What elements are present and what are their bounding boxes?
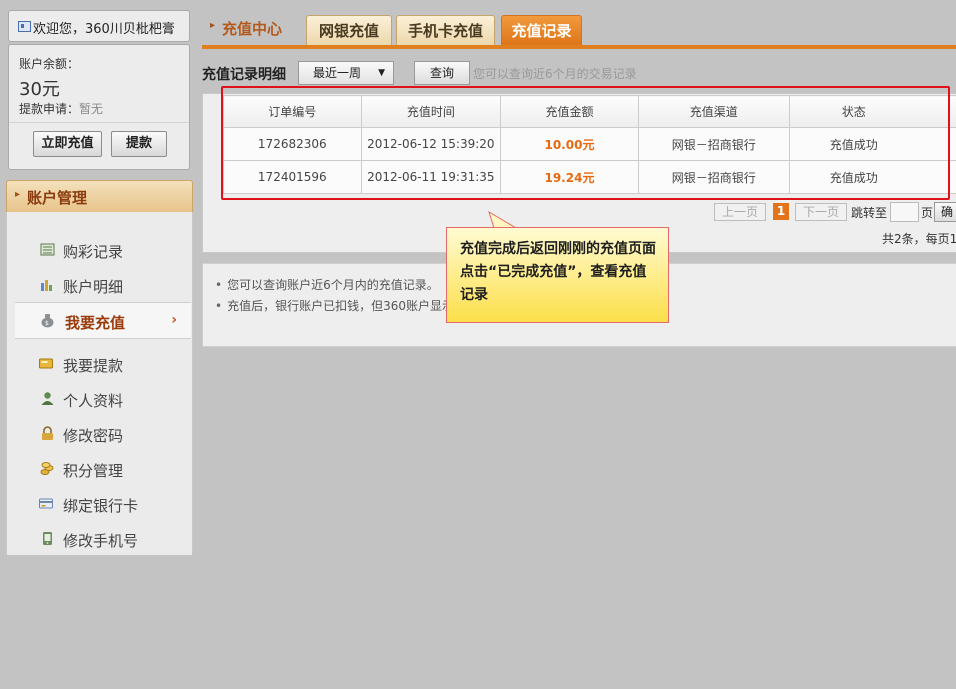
amount-value: 10.00 xyxy=(544,137,583,152)
wallet-icon xyxy=(39,358,53,369)
current-page[interactable]: 1 xyxy=(773,203,789,220)
query-button[interactable]: 查询 xyxy=(414,61,470,85)
table-header-row: 订单编号 充值时间 充值金额 充值渠道 状态 xyxy=(223,95,956,128)
sidebar-nav: 购彩记录 账户明细 $ 我要充值 › 我要提款 个人资料 修改密码 积分管理 绑… xyxy=(6,212,193,555)
tab-recharge-records[interactable]: 充值记录 xyxy=(501,15,582,46)
annotation-callout: 充值完成后返回刚刚的充值页面点击“已完成充值”，查看充值记录 xyxy=(446,227,669,323)
channel-cell: 网银－招商银行 xyxy=(637,160,790,194)
withdraw-button[interactable]: 提款 xyxy=(111,131,167,157)
bank-card-icon xyxy=(39,498,53,509)
status-cell: 充值成功 xyxy=(788,160,956,194)
sidebar-item-label: 个人资料 xyxy=(63,392,124,410)
amount-cell: 19.24元 xyxy=(500,160,639,194)
balance-panel: 账户余额： 30元 提款申请：暂无 立即充值 提款 xyxy=(8,44,190,170)
divider xyxy=(9,122,189,123)
account-management-header: ▸ 账户管理 xyxy=(6,180,193,213)
column-header: 充值金额 xyxy=(500,95,639,128)
money-bag-icon: $ xyxy=(41,314,54,328)
period-select-value: 最近一周 xyxy=(313,66,362,80)
welcome-text: 欢迎您，360川贝枇杷膏 xyxy=(33,22,175,37)
note-text: 充值后，银行账户已扣钱，但360账户显示 xyxy=(227,299,454,313)
chevron-right-icon: › xyxy=(171,312,177,328)
balance-amount: 30元 xyxy=(19,79,60,100)
table-row: 172682306 2012-06-12 15:39:20 10.00元 网银－… xyxy=(223,127,956,161)
time-cell: 2012-06-12 15:39:20 xyxy=(360,127,502,161)
amount-currency: 元 xyxy=(582,137,595,152)
confirm-jump-button[interactable]: 确 xyxy=(934,202,956,222)
records-section-label: 充值记录明细 xyxy=(202,67,286,83)
column-header: 订单编号 xyxy=(223,95,362,128)
sidebar-item-label: 我要提款 xyxy=(63,357,124,375)
bar-chart-icon xyxy=(41,280,52,291)
lock-icon xyxy=(42,426,53,440)
sidebar-item-change-password[interactable]: 修改密码 xyxy=(7,416,192,451)
balance-label: 账户余额： xyxy=(19,57,80,71)
column-header: 状态 xyxy=(788,95,956,128)
id-card-icon xyxy=(18,21,31,32)
welcome-bar: 欢迎您，360川贝枇杷膏 xyxy=(8,10,190,42)
next-page-button[interactable]: 下一页 xyxy=(795,203,847,221)
coins-icon xyxy=(40,462,54,475)
order-id-cell: 172682306 xyxy=(223,127,362,161)
sidebar-item-label: 购彩记录 xyxy=(63,243,124,261)
records-table: 订单编号 充值时间 充值金额 充值渠道 状态 172682306 2012-06… xyxy=(223,95,956,194)
sidebar-item-label: 账户明细 xyxy=(63,278,124,296)
sidebar-item-label: 修改手机号 xyxy=(63,532,139,550)
sidebar-item-account-details[interactable]: 账户明细 xyxy=(7,267,192,302)
amount-cell: 10.00元 xyxy=(500,127,639,161)
tab-phone-card[interactable]: 手机卡充值 xyxy=(396,15,495,46)
arrow-right-icon: ▸ xyxy=(15,189,21,200)
phone-icon xyxy=(43,532,52,545)
order-id-cell: 172401596 xyxy=(223,160,362,194)
recharge-center-header: ▸ 充值中心 网银充值 手机卡充值 充值记录 xyxy=(202,10,956,49)
bullet-icon: • xyxy=(215,299,223,313)
prev-page-button[interactable]: 上一页 xyxy=(714,203,766,221)
jump-to-label: 跳转至 xyxy=(851,206,888,220)
channel-cell: 网银－招商银行 xyxy=(637,127,790,161)
period-select[interactable]: 最近一周 ▼ xyxy=(298,61,394,85)
sidebar-item-recharge[interactable]: $ 我要充值 › xyxy=(15,302,191,339)
sidebar-item-label: 积分管理 xyxy=(63,462,124,480)
sidebar-item-bind-bank-card[interactable]: 绑定银行卡 xyxy=(7,486,192,521)
account-management-title: 账户管理 xyxy=(27,189,88,207)
bullet-icon: • xyxy=(215,278,223,292)
withdraw-label: 提款申请： xyxy=(19,102,80,116)
svg-text:$: $ xyxy=(45,320,49,327)
tab-underline xyxy=(202,45,956,49)
caret-down-icon: ▼ xyxy=(378,68,385,78)
note-line: • 充值后，银行账户已扣钱，但360账户显示 xyxy=(215,297,454,314)
status-cell: 充值成功 xyxy=(788,127,956,161)
sidebar-item-profile[interactable]: 个人资料 xyxy=(7,381,192,416)
callout-text: 充值完成后返回刚刚的充值页面点击“已完成充值”，查看充值记录 xyxy=(460,241,656,303)
sidebar-item-points[interactable]: 积分管理 xyxy=(7,451,192,486)
withdraw-value: 暂无 xyxy=(79,102,104,116)
column-header: 充值渠道 xyxy=(637,95,790,128)
sidebar-item-label: 修改密码 xyxy=(63,427,124,445)
note-text: 您可以查询账户近6个月内的充值记录。 xyxy=(227,278,439,292)
withdraw-status: 提款申请：暂无 xyxy=(19,100,103,117)
tab-online-banking[interactable]: 网银充值 xyxy=(306,15,392,46)
recharge-now-button[interactable]: 立即充值 xyxy=(33,131,102,157)
amount-value: 19.24 xyxy=(544,170,583,185)
person-icon xyxy=(41,392,54,405)
sidebar-item-withdraw[interactable]: 我要提款 xyxy=(7,346,192,381)
list-icon xyxy=(40,243,55,256)
arrow-right-icon: ▸ xyxy=(210,20,216,31)
sidebar-item-label: 绑定银行卡 xyxy=(63,497,139,515)
jump-page-input[interactable] xyxy=(890,202,919,222)
time-cell: 2012-06-11 19:31:35 xyxy=(360,160,502,194)
sidebar-item-label: 我要充值 xyxy=(65,314,126,332)
table-row: 172401596 2012-06-11 19:31:35 19.24元 网银－… xyxy=(223,160,956,194)
page-title: 充值中心 xyxy=(222,20,283,38)
query-hint: 您可以查询近6个月的交易记录 xyxy=(473,67,637,81)
column-header: 充值时间 xyxy=(360,95,502,128)
sidebar-item-change-phone[interactable]: 修改手机号 xyxy=(7,521,192,556)
page-unit-label: 页 xyxy=(921,206,934,220)
sidebar-item-purchase-records[interactable]: 购彩记录 xyxy=(7,232,192,267)
amount-currency: 元 xyxy=(582,170,595,185)
note-line: • 您可以查询账户近6个月内的充值记录。 xyxy=(215,276,439,293)
total-count: 共2条，每页1 xyxy=(882,232,956,246)
